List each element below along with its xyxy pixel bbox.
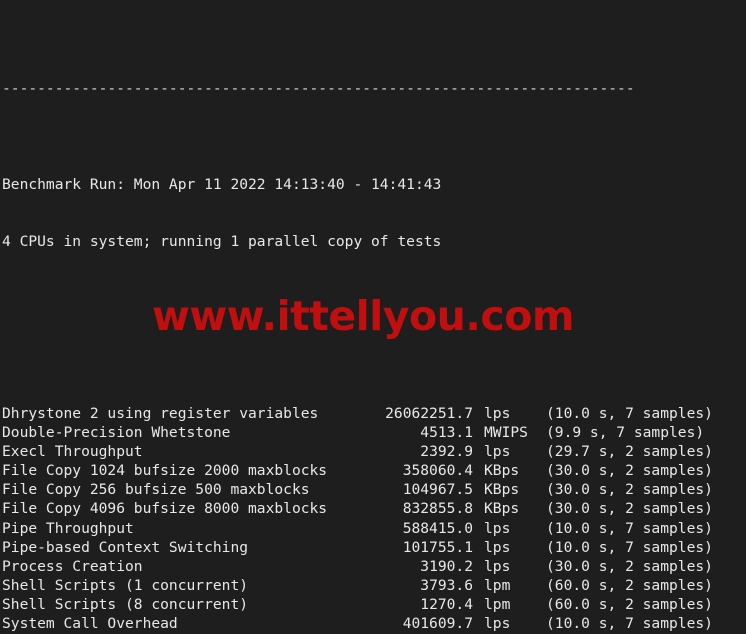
- benchmark-result-row: File Copy 256 bufsize 500 maxblocks 10496…: [2, 480, 746, 499]
- benchmark-unit: lpm: [484, 595, 511, 613]
- benchmark-name: File Copy 4096 bufsize 8000 maxblocks: [2, 500, 328, 518]
- benchmark-result-row: Shell Scripts (8 concurrent) 1270.4 lpm (60…: [2, 595, 746, 614]
- benchmark-timing: (10.0 s, 7 samples): [546, 615, 713, 632]
- benchmark-result-row: File Copy 4096 bufsize 8000 maxblocks 832…: [2, 499, 746, 518]
- benchmark-timing: (10.0 s, 7 samples): [546, 404, 713, 422]
- benchmark-timing: (30.0 s, 2 samples): [546, 500, 713, 518]
- benchmark-timing: (29.7 s, 2 samples): [546, 443, 713, 461]
- terminal-output: ----------------------------------------…: [0, 0, 746, 634]
- benchmark-unit: MWIPS: [484, 424, 528, 442]
- benchmark-value: 401609.7: [402, 615, 473, 632]
- benchmark-name: Pipe-based Context Switching: [2, 538, 249, 556]
- benchmark-unit: lpm: [484, 576, 511, 594]
- benchmark-result-row: Shell Scripts (1 concurrent) 3793.6 lpm (60…: [2, 576, 746, 595]
- benchmark-result-row: Double-Precision Whetstone 4513.1 MWIPS (9.…: [2, 423, 746, 442]
- benchmark-results-list: Dhrystone 2 using register variables 2606…: [2, 404, 746, 633]
- benchmark-timing: (60.0 s, 2 samples): [546, 595, 713, 613]
- benchmark-timing: (60.0 s, 2 samples): [546, 576, 713, 594]
- benchmark-timing: (10.0 s, 7 samples): [546, 538, 713, 556]
- benchmark-value: 101755.1: [402, 538, 473, 556]
- benchmark-value: 358060.4: [402, 462, 473, 480]
- benchmark-value: 832855.8: [402, 500, 473, 518]
- cpu-info-line: 4 CPUs in system; running 1 parallel cop…: [2, 233, 442, 251]
- benchmark-unit: lps: [484, 557, 511, 575]
- benchmark-unit: lps: [484, 519, 511, 537]
- benchmark-unit: lps: [484, 443, 511, 461]
- benchmark-value: 4513.1: [420, 424, 473, 442]
- benchmark-result-row: Dhrystone 2 using register variables 2606…: [2, 404, 746, 423]
- benchmark-name: Process Creation: [2, 557, 143, 575]
- benchmark-name: Dhrystone 2 using register variables: [2, 404, 319, 422]
- benchmark-value: 3190.2: [420, 557, 473, 575]
- benchmark-unit: KBps: [484, 481, 520, 499]
- benchmark-value: 2392.9: [420, 443, 473, 461]
- benchmark-unit: lps: [484, 615, 511, 632]
- benchmark-name: Pipe Throughput: [2, 519, 134, 537]
- benchmark-result-row: System Call Overhead 401609.7 lps (10.0 s, …: [2, 614, 746, 633]
- benchmark-timing: (9.9 s, 7 samples): [546, 424, 705, 442]
- benchmark-name: File Copy 256 bufsize 500 maxblocks: [2, 481, 310, 499]
- benchmark-timing: (10.0 s, 7 samples): [546, 519, 713, 537]
- benchmark-result-row: Pipe Throughput 588415.0 lps (10.0 s, 7 sam…: [2, 519, 746, 538]
- benchmark-unit: KBps: [484, 500, 520, 518]
- benchmark-value: 104967.5: [402, 481, 473, 499]
- benchmark-name: File Copy 1024 bufsize 2000 maxblocks: [2, 462, 328, 480]
- benchmark-value: 1270.4: [420, 595, 473, 613]
- benchmark-unit: lps: [484, 404, 511, 422]
- benchmark-value: 588415.0: [402, 519, 473, 537]
- benchmark-name: System Call Overhead: [2, 615, 178, 632]
- benchmark-name: Execl Throughput: [2, 443, 143, 461]
- benchmark-result-row: Process Creation 3190.2 lps (30.0 s, 2 samp…: [2, 557, 746, 576]
- benchmark-unit: KBps: [484, 462, 520, 480]
- benchmark-timing: (30.0 s, 2 samples): [546, 557, 713, 575]
- benchmark-unit: lps: [484, 538, 511, 556]
- benchmark-value: 26062251.7: [385, 404, 473, 422]
- benchmark-name: Shell Scripts (1 concurrent): [2, 576, 249, 594]
- benchmark-value: 3793.6: [420, 576, 473, 594]
- benchmark-result-row: Execl Throughput 2392.9 lps (29.7 s, 2 samp…: [2, 442, 746, 461]
- benchmark-timing: (30.0 s, 2 samples): [546, 481, 713, 499]
- benchmark-name: Shell Scripts (8 concurrent): [2, 595, 249, 613]
- benchmark-result-row: File Copy 1024 bufsize 2000 maxblocks 358…: [2, 461, 746, 480]
- benchmark-timing: (30.0 s, 2 samples): [546, 462, 713, 480]
- benchmark-result-row: Pipe-based Context Switching 101755.1 lps (…: [2, 538, 746, 557]
- benchmark-name: Double-Precision Whetstone: [2, 424, 231, 442]
- top-divider: ----------------------------------------…: [2, 80, 635, 98]
- benchmark-run-line: Benchmark Run: Mon Apr 11 2022 14:13:40 …: [2, 175, 442, 193]
